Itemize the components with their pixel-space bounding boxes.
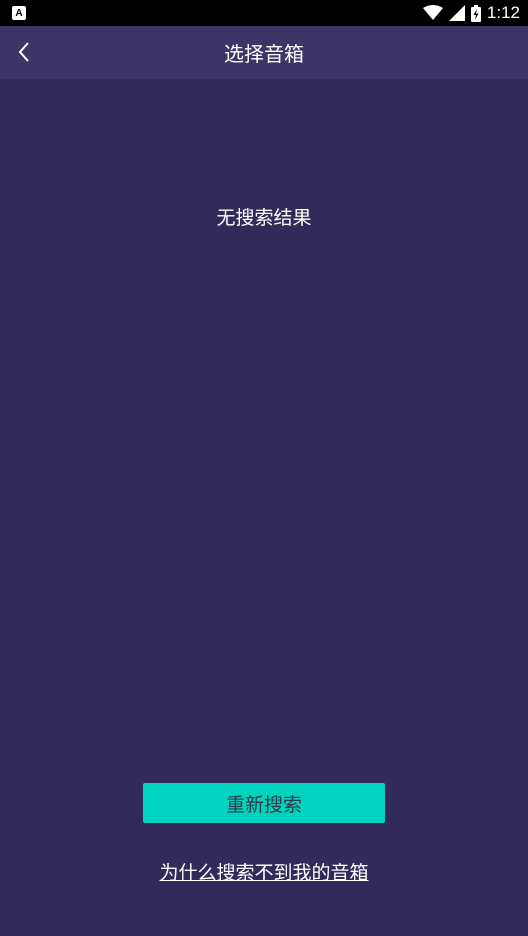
status-right: 1:12 [422,3,520,23]
signal-icon [448,5,465,21]
help-link[interactable]: 为什么搜索不到我的音箱 [0,858,528,885]
status-time: 1:12 [486,3,520,22]
chevron-left-icon [18,42,29,62]
battery-charging-icon [470,4,481,22]
back-button[interactable] [6,34,42,70]
notification-app-icon: A [12,6,26,20]
app-bar: 选择音箱 [0,26,528,79]
status-left: A [12,6,26,20]
page-title: 选择音箱 [224,42,304,66]
research-button[interactable]: 重新搜索 [143,783,385,823]
wifi-icon [422,5,443,20]
status-bar: A 1:12 [0,0,528,26]
empty-result-text: 无搜索结果 [216,207,312,229]
